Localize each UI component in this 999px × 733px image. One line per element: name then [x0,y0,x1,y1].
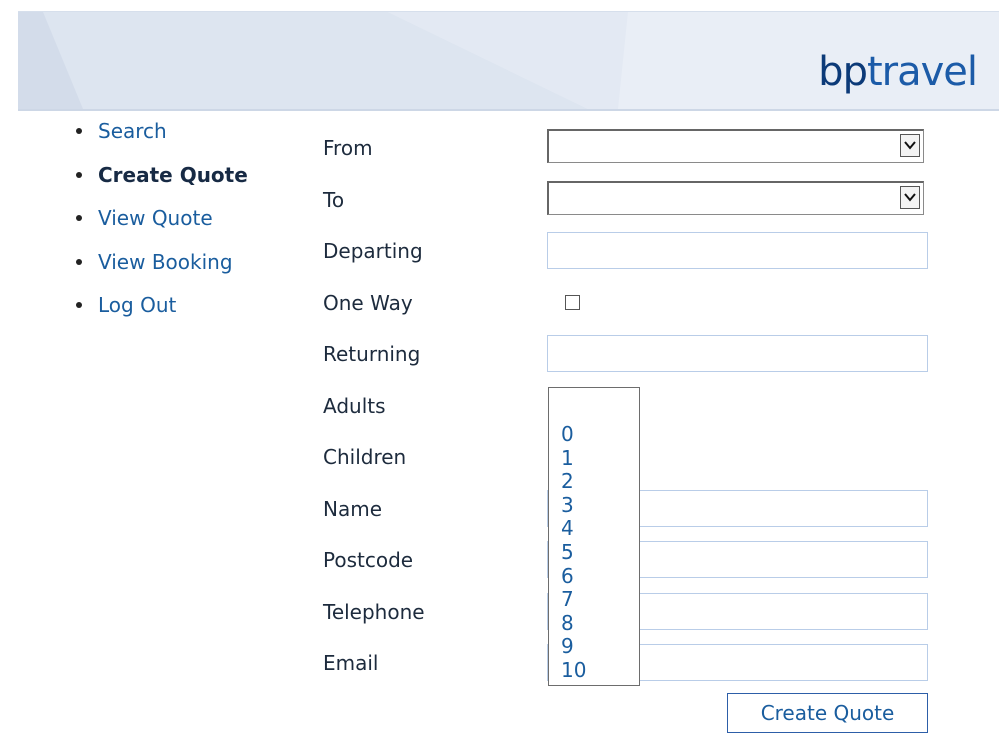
adults-option[interactable]: 5 [561,540,574,564]
bullet-icon [76,128,82,134]
nav-item-label: Create Quote [98,162,248,187]
to-label: To [323,188,345,212]
adults-option[interactable]: 9 [561,634,574,658]
nav-item-view-quote[interactable]: View Quote [76,205,248,249]
nav-item-search[interactable]: Search [76,118,248,162]
returning-label: Returning [323,342,421,366]
nav-item-label: View Quote [98,206,213,231]
telephone-label: Telephone [323,600,425,624]
nav-item-create-quote[interactable]: Create Quote [76,162,248,206]
bullet-icon [76,258,82,265]
logo-bp: bp [818,49,868,95]
departing-input[interactable] [547,232,928,269]
adults-option[interactable]: 4 [561,516,574,540]
nav-item-view-booking[interactable]: View Booking [76,249,248,293]
adults-option[interactable]: 2 [561,469,574,493]
chevron-down-icon[interactable] [900,134,920,157]
nav-item-label: Search [98,119,167,143]
returning-input[interactable] [547,335,928,372]
bullet-icon [76,302,82,309]
one-way-checkbox[interactable] [565,295,580,310]
header-banner: bptravel [18,11,999,111]
postcode-label: Postcode [323,548,414,572]
from-label: From [323,136,373,160]
children-label: Children [323,445,407,469]
adults-label: Adults [323,394,386,418]
bptravel-logo[interactable]: bptravel [818,49,978,95]
adults-option[interactable]: 0 [561,422,574,446]
adults-option[interactable]: 8 [561,611,574,635]
one-way-label: One Way [323,291,413,315]
adults-option[interactable]: 3 [561,493,574,517]
side-nav: Search Create Quote View Quote View Book… [76,118,248,336]
create-quote-button[interactable]: Create Quote [727,693,928,733]
chevron-down-icon[interactable] [900,186,920,209]
name-label: Name [323,497,383,521]
nav-item-label: Log Out [98,293,177,318]
adults-option[interactable]: 10 [561,658,586,682]
to-select[interactable] [547,181,924,215]
email-label: Email [323,651,379,675]
bullet-icon [76,171,82,178]
bullet-icon [76,215,82,222]
nav-item-label: View Booking [98,249,233,274]
departing-label: Departing [323,239,423,263]
nav-item-log-out[interactable]: Log Out [76,292,248,336]
from-select[interactable] [547,129,924,163]
adults-dropdown-list[interactable]: 0 1 2 3 4 5 6 7 8 9 10 [548,387,640,686]
logo-travel: travel [866,49,978,95]
adults-option[interactable]: 6 [561,564,574,588]
adults-option[interactable]: 1 [561,446,574,470]
adults-option[interactable]: 7 [561,587,574,611]
